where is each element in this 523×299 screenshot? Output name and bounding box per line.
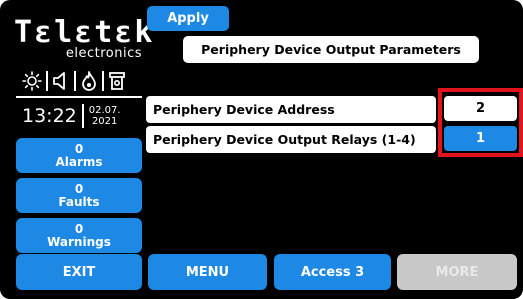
divider [16,96,142,98]
clock-date-day: 02.07. [88,105,121,116]
faults-label: Faults [58,194,100,209]
alarms-button[interactable]: 0 Alarms [16,138,142,173]
status-separator [102,71,104,91]
device-address-field[interactable]: 2 [444,96,517,121]
sun-icon [22,71,42,91]
warnings-count: 0 [74,221,84,236]
page-title: Periphery Device Output Parameters [183,36,479,63]
alarms-label: Alarms [55,154,103,169]
clock: 13:22 02.07. 2021 [22,102,121,130]
access-level-button[interactable]: Access 3 [274,254,391,290]
apply-button[interactable]: Apply [147,6,229,31]
flame-icon [82,71,96,91]
device-screen: Tεlεtεk electronics 13:22 02.07. 2021 0 … [0,0,523,299]
status-icons [22,70,126,92]
speaker-icon [53,72,65,90]
periphery-device-output-relays-label: Periphery Device Output Relays (1-4) [146,126,436,153]
status-separator [74,71,76,91]
output-relays-field[interactable]: 1 [444,126,517,151]
exit-button[interactable]: EXIT [16,254,142,290]
teletek-logo: Tεlεtεk electronics [14,15,155,62]
clock-date: 02.07. 2021 [89,105,121,127]
faults-button[interactable]: 0 Faults [16,178,142,213]
clock-time: 13:22 [22,105,77,127]
warnings-button[interactable]: 0 Warnings [16,218,142,253]
status-separator [46,71,48,91]
clock-separator [81,104,84,128]
periphery-device-address-label: Periphery Device Address [146,96,436,123]
menu-button[interactable]: MENU [148,254,267,290]
brand-name: Tεlεtεk [14,15,155,50]
clock-date-year: 2021 [91,116,118,127]
faults-count: 0 [74,181,84,196]
warnings-label: Warnings [47,234,111,249]
smoke-detector-icon [109,72,125,90]
more-button[interactable]: MORE [397,254,517,290]
alarms-count: 0 [74,141,84,156]
